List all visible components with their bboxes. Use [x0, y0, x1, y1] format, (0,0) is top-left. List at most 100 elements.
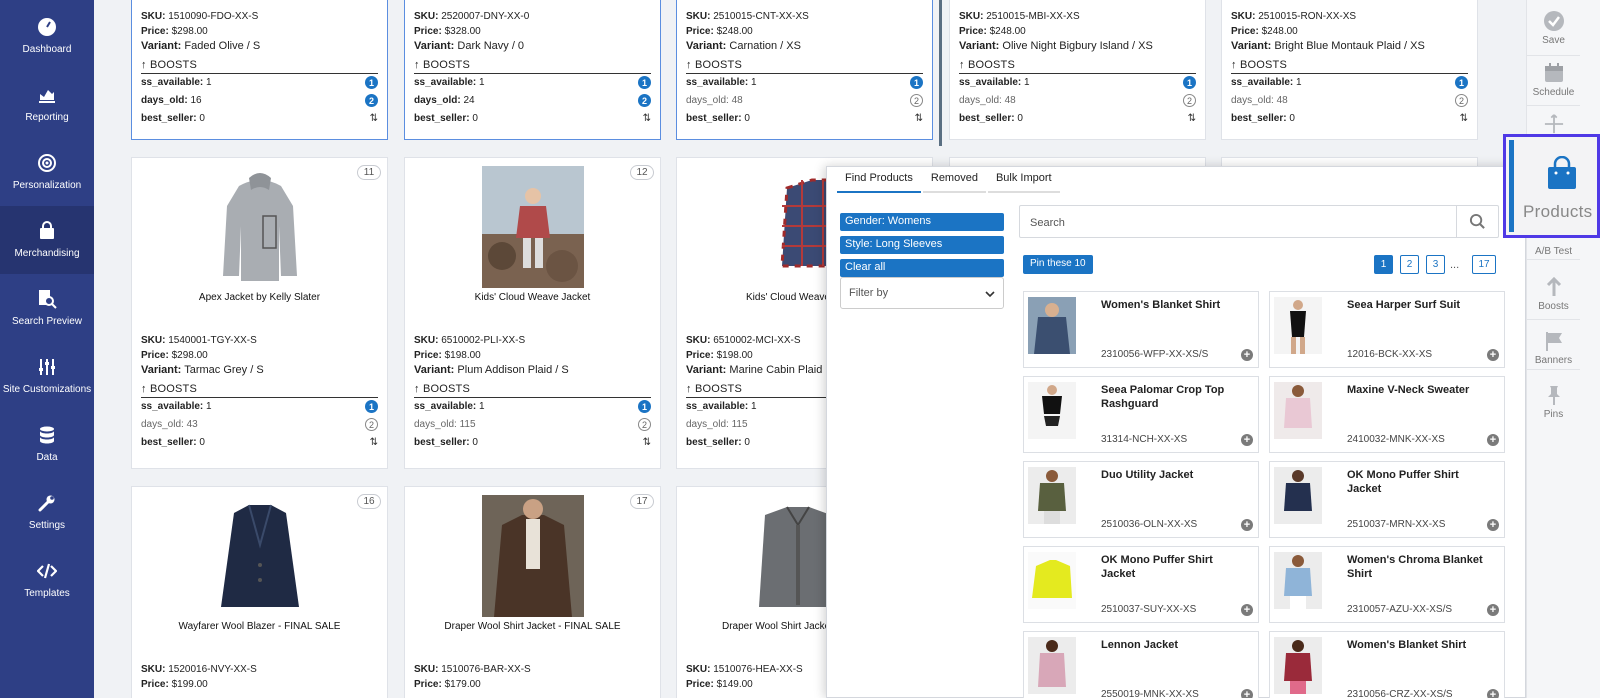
add-icon[interactable]: +	[1241, 434, 1253, 446]
result-name: Lennon Jacket	[1101, 639, 1179, 651]
product-thumbnail	[1274, 467, 1322, 524]
add-icon[interactable]: +	[1487, 349, 1499, 361]
sort-icon: ⇅	[369, 437, 378, 448]
add-icon[interactable]: +	[1487, 689, 1499, 698]
banners-button[interactable]: Banners	[1527, 330, 1580, 370]
search-button[interactable]	[1456, 206, 1498, 237]
nav-label: Data	[36, 452, 58, 463]
filter-chip-style[interactable]: Style: Long Sleeves	[840, 236, 1004, 254]
product-thumbnail	[1274, 382, 1322, 439]
add-icon[interactable]: +	[1241, 349, 1253, 361]
product-image	[222, 173, 297, 281]
move-icon[interactable]	[1527, 114, 1580, 134]
nav-templates[interactable]: Templates	[0, 546, 94, 614]
products-label: Products	[1523, 202, 1593, 221]
save-button[interactable]: Save	[1527, 10, 1580, 56]
filter-by-select[interactable]: Filter by	[840, 277, 1004, 309]
pins-button[interactable]: Pins	[1527, 384, 1580, 424]
product-card[interactable]: SKU: 2520007-DNY-XX-0 Price: $328.00 Var…	[404, 0, 661, 140]
result-name: Maxine V-Neck Sweater	[1347, 384, 1470, 396]
sliders-icon	[39, 359, 55, 375]
result-name: Duo Utility Jacket	[1101, 469, 1194, 481]
dashboard-icon	[38, 18, 56, 36]
product-card[interactable]: SKU: 1510090-FDO-XX-S Price: $298.00 Var…	[131, 0, 388, 140]
nav-reporting[interactable]: Reporting	[0, 70, 94, 138]
boosts-button[interactable]: Boosts	[1527, 276, 1580, 320]
ab-test-button[interactable]: A/B Test	[1527, 246, 1580, 260]
result-item[interactable]: Women's Blanket Shirt 2310056-CRZ-XX-XS/…	[1269, 631, 1505, 698]
pin-these-button[interactable]: Pin these 10	[1023, 255, 1093, 274]
drag-divider[interactable]	[939, 0, 942, 146]
add-icon[interactable]: +	[1241, 604, 1253, 616]
schedule-button[interactable]: Schedule	[1527, 62, 1580, 106]
product-card[interactable]: 11 Apex Jacket by Kelly Slater SKU: 1540…	[131, 157, 388, 469]
add-icon[interactable]: +	[1241, 689, 1253, 698]
boosts-header: ↑ BOOSTS	[141, 382, 378, 398]
boost-indicator-icon: 2	[638, 94, 651, 107]
page-3-button[interactable]: 3	[1426, 255, 1445, 274]
pagination-ellipsis: ...	[1450, 259, 1460, 271]
page-17-button[interactable]: 17	[1472, 255, 1496, 274]
tab-find-products[interactable]: Find Products	[837, 167, 921, 193]
result-item[interactable]: Seea Palomar Crop Top Rashguard 31314-NC…	[1023, 376, 1259, 453]
add-icon[interactable]: +	[1241, 519, 1253, 531]
boost-indicator-icon: 1	[365, 400, 378, 413]
filter-chip-gender[interactable]: Gender: Womens	[840, 213, 1004, 231]
result-sku: 2510037-MRN-XX-XS	[1347, 519, 1446, 530]
page-1-button[interactable]: 1	[1374, 255, 1393, 274]
pin-icon	[1547, 386, 1560, 405]
nav-settings[interactable]: Settings	[0, 478, 94, 546]
result-item[interactable]: Duo Utility Jacket 2510036-OLN-XX-XS +	[1023, 461, 1259, 538]
products-button[interactable]: Products	[1503, 134, 1600, 238]
result-item[interactable]: Women's Chroma Blanket Shirt 2310057-AZU…	[1269, 546, 1505, 623]
nav-dashboard[interactable]: Dashboard	[0, 2, 94, 70]
nav-search-preview[interactable]: Search Preview	[0, 274, 94, 342]
nav-site-customizations[interactable]: Site Customizations	[0, 342, 94, 410]
nav-label: Merchandising	[14, 248, 80, 259]
result-name: OK Mono Puffer Shirt Jacket	[1101, 554, 1213, 580]
add-icon[interactable]: +	[1487, 519, 1499, 531]
boost-indicator-icon: 2	[1455, 94, 1468, 107]
product-card[interactable]: SKU: 2510015-CNT-XX-XS Price: $248.00 Va…	[676, 0, 933, 140]
search-input[interactable]: Search	[1019, 205, 1499, 238]
result-item[interactable]: OK Mono Puffer Shirt Jacket 2510037-MRN-…	[1269, 461, 1505, 538]
product-card[interactable]: 12 Kids' Cloud Weave Jacket SKU: 6510002…	[404, 157, 661, 469]
nav-label: Site Customizations	[2, 384, 92, 395]
add-icon[interactable]: +	[1487, 604, 1499, 616]
product-thumbnail	[1274, 637, 1322, 694]
nav-label: Dashboard	[22, 44, 72, 55]
product-image	[220, 504, 299, 607]
result-sku: 2510037-SUY-XX-XS	[1101, 604, 1197, 615]
result-item[interactable]: Women's Blanket Shirt 2310056-WFP-XX-XS/…	[1023, 291, 1259, 368]
nav-merchandising[interactable]: Merchandising	[0, 206, 94, 274]
boost-indicator-icon: 1	[638, 76, 651, 89]
product-name: Wayfarer Wool Blazer - FINAL SALE	[178, 621, 341, 632]
result-item[interactable]: OK Mono Puffer Shirt Jacket 2510037-SUY-…	[1023, 546, 1259, 623]
nav-data[interactable]: Data	[0, 410, 94, 478]
target-icon	[38, 154, 56, 172]
product-thumbnail	[1028, 382, 1076, 439]
clear-all-button[interactable]: Clear all	[840, 259, 1004, 277]
tab-bulk-import[interactable]: Bulk Import	[987, 167, 1060, 193]
product-name: Apex Jacket by Kelly Slater	[198, 292, 321, 303]
product-card[interactable]: 17 Draper Wool Shirt Jacket - FINAL SALE…	[404, 486, 661, 698]
product-card[interactable]: SKU: 2510015-RON-XX-XS Price: $248.00 Va…	[1221, 0, 1478, 140]
result-item[interactable]: Lennon Jacket 2550019-MNK-XX-XS +	[1023, 631, 1259, 698]
product-card[interactable]: SKU: 2510015-MBI-XX-XS Price: $248.00 Va…	[949, 0, 1206, 140]
sort-icon: ⇅	[642, 113, 651, 124]
product-card[interactable]: 16 Wayfarer Wool Blazer - FINAL SALE SKU…	[131, 486, 388, 698]
add-icon[interactable]: +	[1487, 434, 1499, 446]
page-2-button[interactable]: 2	[1400, 255, 1419, 274]
nav-label: Templates	[24, 588, 70, 599]
chevron-down-icon	[985, 291, 995, 298]
result-name: Women's Blanket Shirt	[1101, 299, 1221, 311]
search-icon	[1469, 213, 1485, 229]
boost-indicator-icon: 1	[1455, 76, 1468, 89]
result-item[interactable]: Seea Harper Surf Suit 12016-BCK-XX-XS +	[1269, 291, 1505, 368]
boosts-header: ↑ BOOSTS	[1231, 58, 1468, 74]
tab-removed[interactable]: Removed	[922, 167, 986, 193]
nav-personalization[interactable]: Personalization	[0, 138, 94, 206]
left-nav: Dashboard Reporting Personalization Merc…	[0, 0, 94, 698]
result-sku: 2550019-MNK-XX-XS	[1101, 689, 1199, 698]
result-item[interactable]: Maxine V-Neck Sweater 2410032-MNK-XX-XS …	[1269, 376, 1505, 453]
